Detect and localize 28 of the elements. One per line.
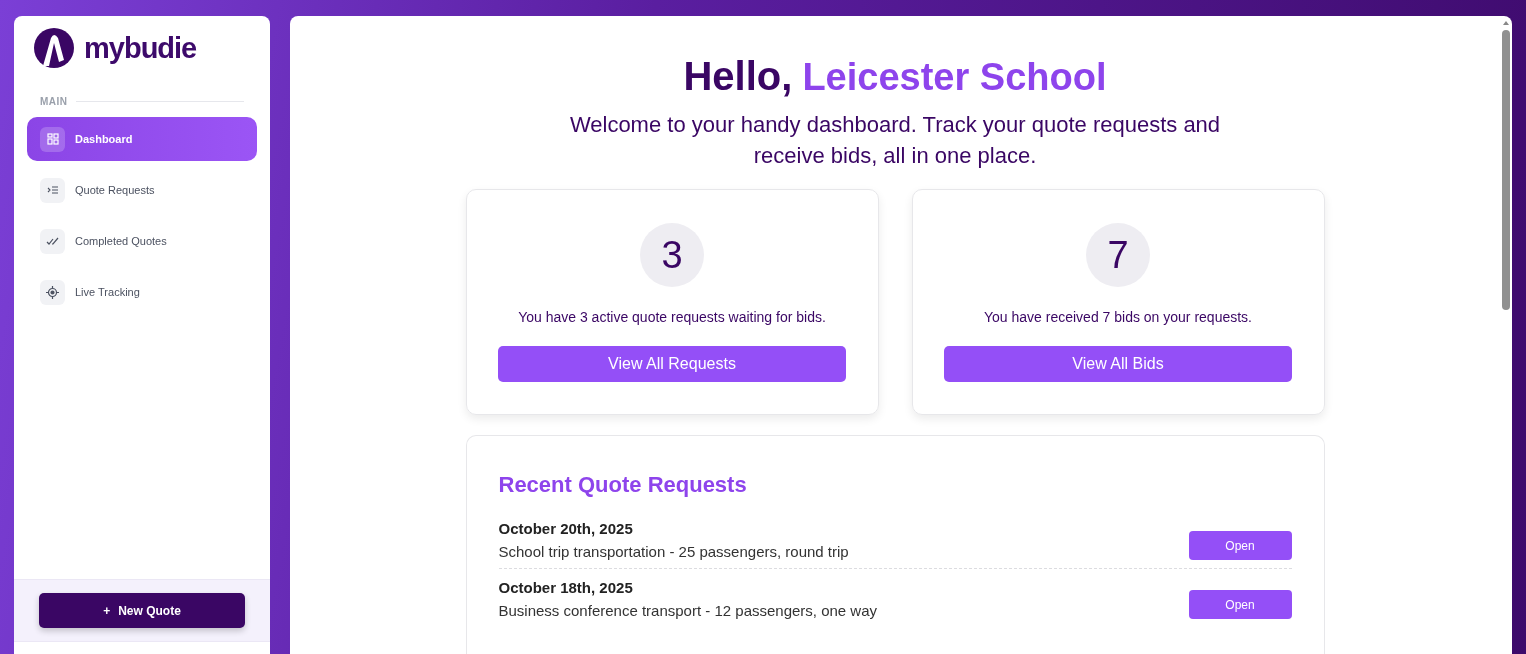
request-description: School trip transportation - 25 passengers, round trip	[498, 543, 849, 560]
new-quote-button[interactable]: + New Quote	[39, 593, 245, 628]
grid-icon	[46, 133, 59, 145]
stat-text: You have 3 active quote requests waiting for bids.	[518, 309, 826, 325]
section-label: MAIN	[40, 96, 68, 107]
nav-item[interactable]: Completed Quotes	[27, 219, 257, 263]
request-date: October 20th, 2025	[498, 520, 634, 537]
nav-item[interactable]: Quote Requests	[27, 168, 257, 212]
nav-item[interactable]: Live Tracking	[27, 270, 257, 314]
double-check-icon	[46, 236, 59, 246]
section-title: Recent Quote Requests	[498, 472, 748, 498]
greeting: Hello,	[683, 54, 793, 99]
open-button[interactable]: Open	[1188, 590, 1292, 619]
request-description: Business conference transport - 12 passengers, one way	[498, 602, 878, 619]
logo-icon	[34, 28, 74, 68]
target-icon	[46, 285, 59, 299]
stat-text: You have received 7 bids on your requests.	[984, 309, 1252, 325]
view-button[interactable]: View All Bids	[944, 346, 1292, 382]
nav-item[interactable]: Dashboard	[27, 117, 257, 161]
view-button[interactable]: View All Requests	[498, 346, 846, 382]
count-badge: 7	[1086, 223, 1150, 287]
welcome-text: Welcome to your handy dashboard. Track your quote requests and receive bids, all in one place.	[568, 111, 1222, 170]
open-button[interactable]: Open	[1188, 531, 1292, 560]
logo-text: mybudie	[84, 31, 197, 65]
user-name: Leicester School	[802, 56, 1107, 99]
request-date: October 18th, 2025	[498, 579, 634, 596]
list-icon	[46, 185, 59, 195]
count-badge: 3	[640, 223, 704, 287]
